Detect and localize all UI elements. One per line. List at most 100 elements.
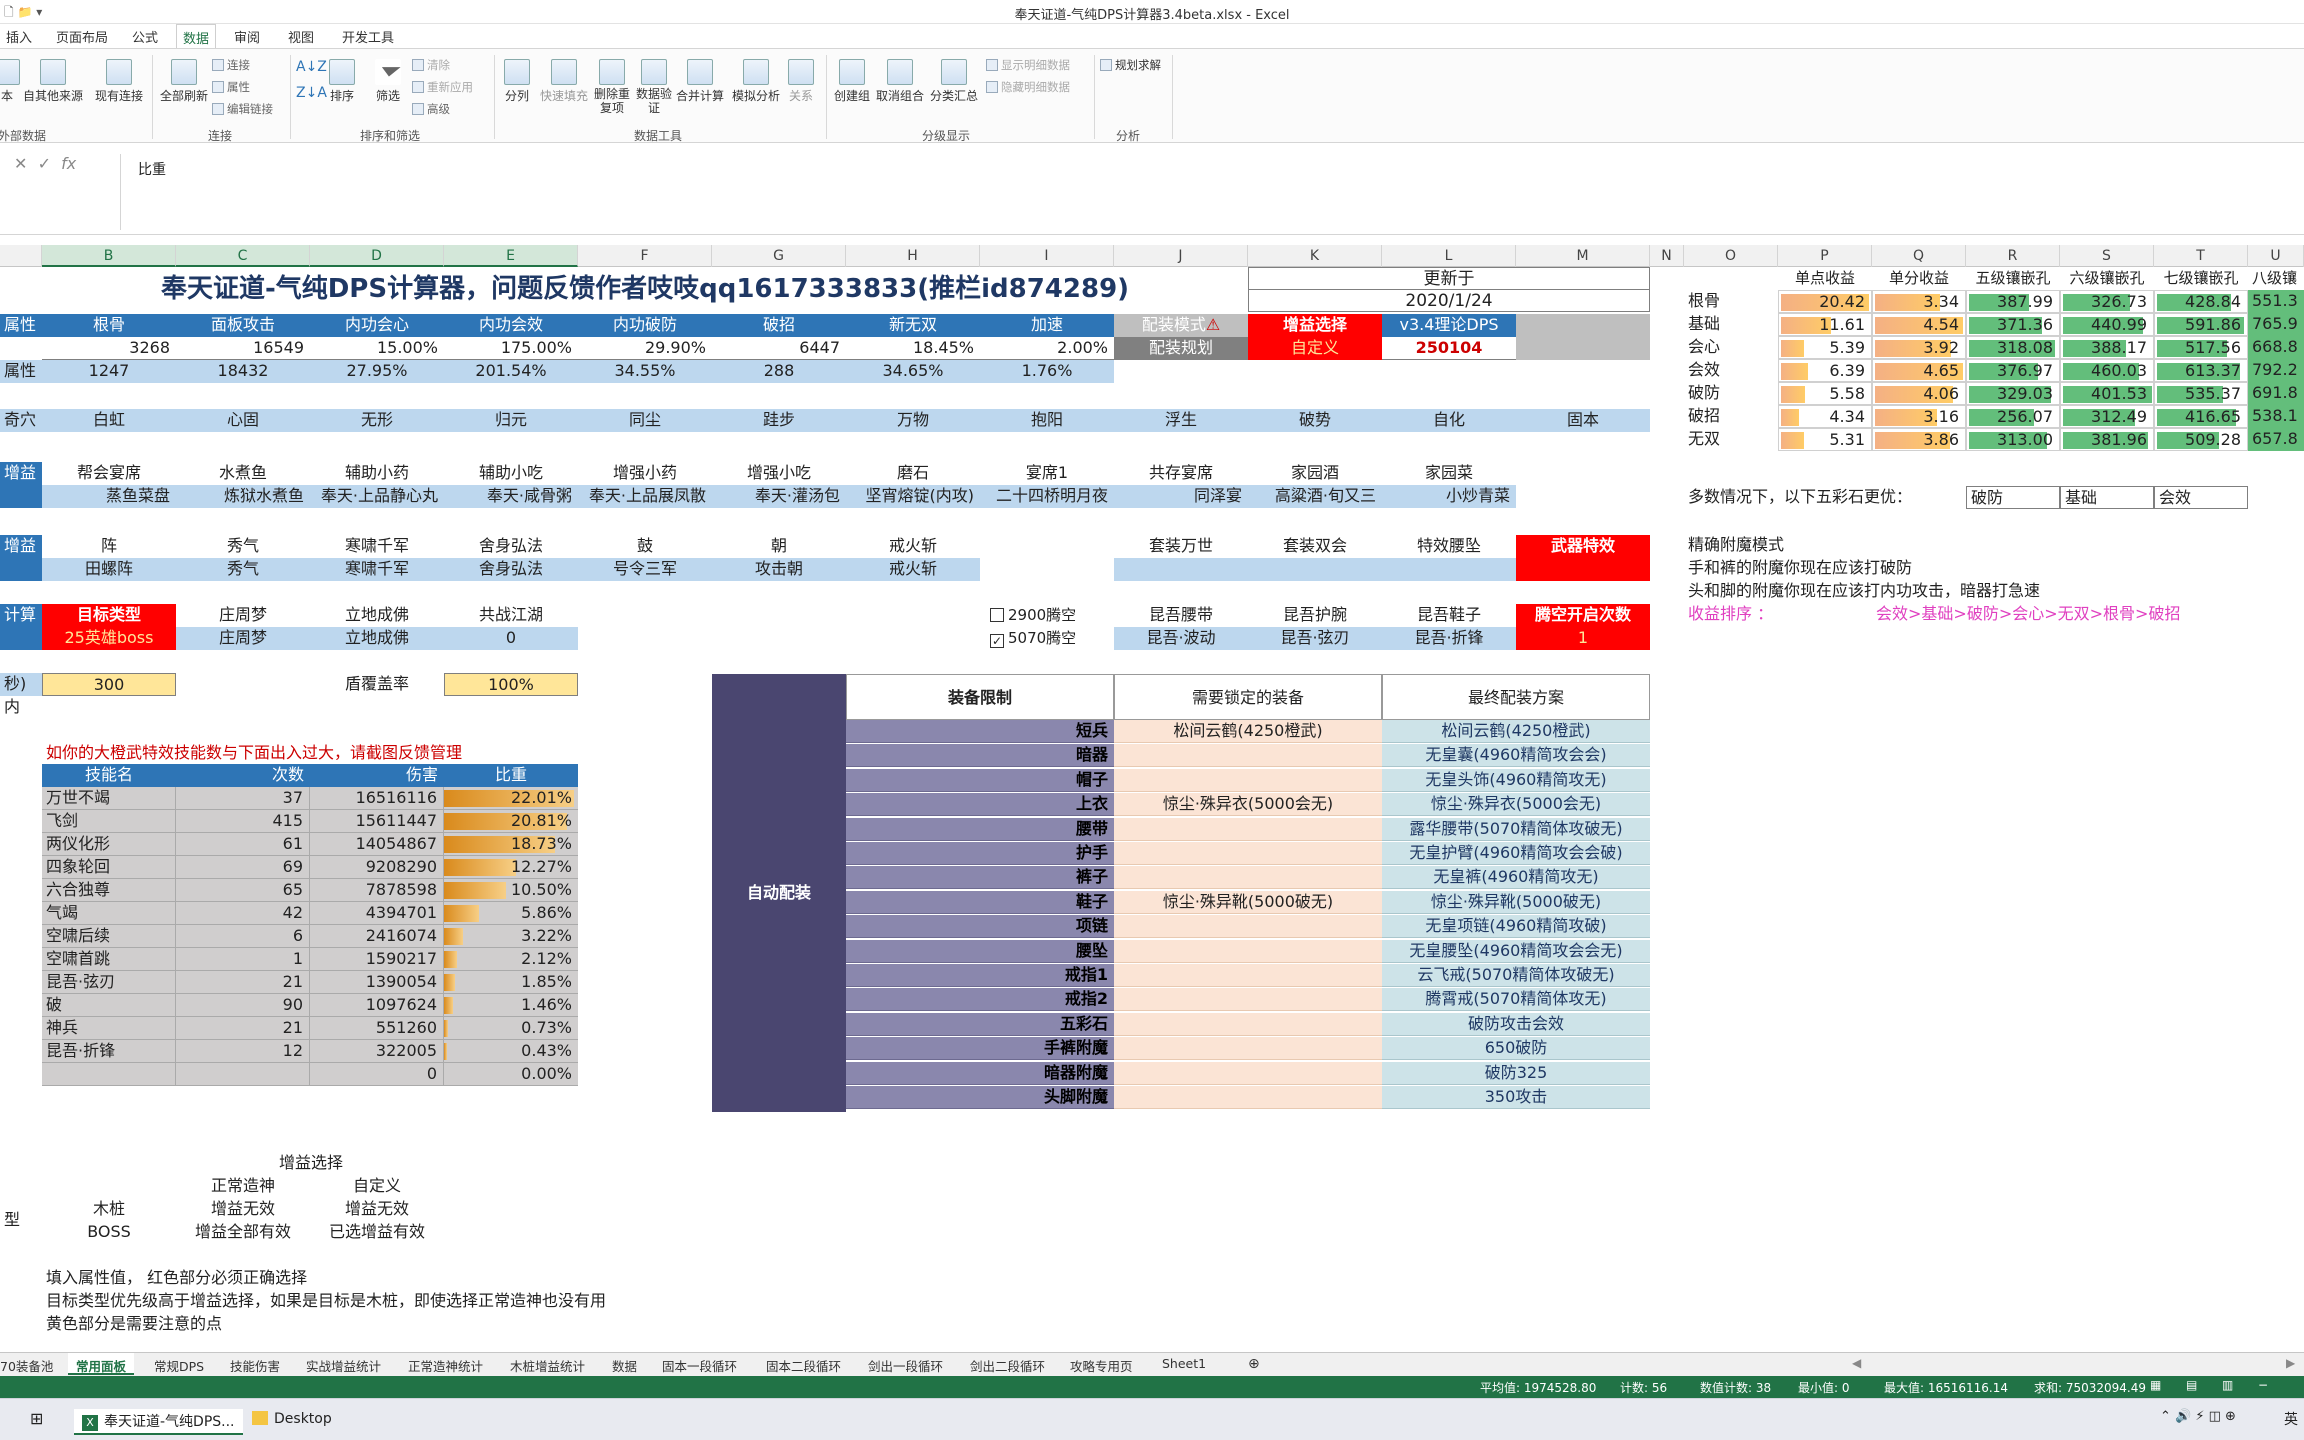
advanced-button[interactable]: 高级	[412, 101, 450, 117]
relationships-button[interactable]: 关系	[784, 59, 818, 104]
page-layout-icon[interactable]: ▤	[2186, 1378, 2197, 1392]
set-value[interactable]	[1114, 558, 1248, 581]
time-value[interactable]: 300	[42, 673, 176, 696]
qixue-item[interactable]: 归元	[444, 409, 578, 432]
buff1-value[interactable]: 同泽宴	[1114, 485, 1248, 508]
column-header-q[interactable]: Q	[1872, 245, 1966, 267]
worksheet-grid[interactable]: 奉天证道-气纯DPS计算器，问题反馈作者吱吱qq1617333833(推栏id8…	[0, 267, 2304, 1372]
subtotal-button[interactable]: 分类汇总	[928, 59, 980, 104]
cancel-icon[interactable]: ✕	[14, 154, 27, 173]
scroll-left-icon[interactable]: ◀	[1852, 1356, 1861, 1370]
attr-value[interactable]: 15.00%	[310, 337, 444, 360]
buff2-value[interactable]: 号令三军	[578, 558, 712, 581]
zoom-slider-icon[interactable]: −	[2258, 1378, 2268, 1392]
column-header-a[interactable]	[0, 245, 42, 267]
group-button[interactable]: 创建组	[832, 59, 872, 104]
qixue-item[interactable]: 心固	[176, 409, 310, 432]
column-header-p[interactable]: P	[1778, 245, 1872, 267]
taskbar-desktop[interactable]: Desktop	[244, 1409, 340, 1429]
sheet-tab[interactable]: 固本二段循环	[766, 1356, 841, 1375]
buff1-value[interactable]: 奉天·灌汤包	[712, 485, 846, 508]
column-header-h[interactable]: H	[846, 245, 980, 267]
attr-value[interactable]: 6447	[712, 337, 846, 360]
sheet-tab[interactable]: 剑出二段循环	[970, 1356, 1045, 1375]
checkbox-2900[interactable]: 2900腾空	[990, 604, 1110, 627]
reapply-button[interactable]: 重新应用	[412, 79, 473, 95]
sort-button[interactable]: 排序	[322, 59, 362, 104]
column-header-r[interactable]: R	[1966, 245, 2060, 267]
sheet-tab[interactable]: 木桩增益统计	[510, 1356, 585, 1375]
normal-view-icon[interactable]: ▦	[2150, 1378, 2161, 1392]
column-header-e[interactable]: E	[444, 245, 578, 267]
existing-connections-button[interactable]: 现有连接	[92, 59, 146, 104]
page-break-icon[interactable]: ▥	[2222, 1378, 2233, 1392]
filter-button[interactable]: ⏷ 筛选	[370, 59, 406, 104]
target-type-value[interactable]: 25英雄boss	[42, 627, 176, 650]
buff1-value[interactable]: 小炒青菜	[1382, 485, 1516, 508]
sheet-tab-active[interactable]: 常用面板	[68, 1353, 135, 1375]
buff1-value[interactable]: 蒸鱼菜盘	[42, 485, 176, 508]
checkbox-checked-icon[interactable]: ✓	[990, 634, 1004, 648]
set-value[interactable]	[1382, 558, 1516, 581]
locked-equip[interactable]	[1114, 1037, 1382, 1061]
sheet-tab[interactable]: 攻略专用页	[1070, 1356, 1133, 1375]
column-header-s[interactable]: S	[2060, 245, 2154, 267]
locked-equip[interactable]	[1114, 1012, 1382, 1036]
attr-value[interactable]: 29.90%	[578, 337, 712, 360]
show-detail-button[interactable]: 显示明细数据	[986, 57, 1070, 73]
sheet-tab[interactable]: 正常造神统计	[408, 1356, 483, 1375]
column-header-o[interactable]: O	[1684, 245, 1778, 267]
tengkong-value[interactable]: 1	[1516, 627, 1650, 650]
buff1-value[interactable]: 奉天·上品静心丸	[310, 485, 444, 508]
column-header-k[interactable]: K	[1248, 245, 1382, 267]
qixue-item[interactable]: 浮生	[1114, 409, 1248, 432]
column-header-u[interactable]: U	[2248, 245, 2304, 267]
buff2-value[interactable]: 田螺阵	[42, 558, 176, 581]
calc-value[interactable]: 0	[444, 627, 578, 650]
locked-equip[interactable]	[1114, 744, 1382, 768]
qixue-item[interactable]: 固本	[1516, 409, 1650, 432]
locked-equip[interactable]: 惊尘·殊异衣(5000会无)	[1114, 793, 1382, 817]
tab-page-layout[interactable]: 页面布局	[50, 27, 114, 46]
set2-value[interactable]: 昆吾·弦刃	[1248, 627, 1382, 650]
column-header-f[interactable]: F	[578, 245, 712, 267]
tab-data[interactable]: 数据	[176, 24, 217, 48]
buff2-value[interactable]: 秀气	[176, 558, 310, 581]
column-header-j[interactable]: J	[1114, 245, 1248, 267]
solver-button[interactable]: 规划求解	[1100, 57, 1161, 73]
locked-equip[interactable]	[1114, 915, 1382, 939]
qixue-item[interactable]: 无形	[310, 409, 444, 432]
column-header-l[interactable]: L	[1382, 245, 1516, 267]
attr-value[interactable]: 175.00%	[444, 337, 578, 360]
locked-equip[interactable]	[1114, 768, 1382, 792]
qixue-item[interactable]: 抱阳	[980, 409, 1114, 432]
attr-value[interactable]: 3268	[42, 337, 176, 360]
hide-detail-button[interactable]: 隐藏明细数据	[986, 79, 1070, 95]
buff2-value[interactable]: 舍身弘法	[444, 558, 578, 581]
scroll-right-icon[interactable]: ▶	[2286, 1356, 2295, 1370]
qixue-item[interactable]: 破势	[1248, 409, 1382, 432]
calc-value[interactable]: 立地成佛	[310, 627, 444, 650]
locked-equip[interactable]	[1114, 817, 1382, 841]
set2-value[interactable]: 昆吾·波动	[1114, 627, 1248, 650]
tab-insert[interactable]: 插入	[0, 27, 38, 46]
clear-button[interactable]: 清除	[412, 57, 450, 73]
shield-value[interactable]: 100%	[444, 673, 578, 696]
buff1-value[interactable]: 炼狱水煮鱼	[176, 485, 310, 508]
locked-equip[interactable]	[1114, 1061, 1382, 1085]
tab-formulas[interactable]: 公式	[126, 27, 164, 46]
add-sheet-icon[interactable]: ⊕	[1248, 1356, 1260, 1372]
buff2-value[interactable]: 戒火斩	[846, 558, 980, 581]
buff1-value[interactable]: 坚宵熔锭(内攻)	[846, 485, 980, 508]
set-value[interactable]	[1248, 558, 1382, 581]
ime-indicator[interactable]: 英	[2284, 1409, 2298, 1429]
column-header-n[interactable]: N	[1650, 245, 1684, 267]
locked-equip[interactable]: 松间云鹤(4250橙武)	[1114, 720, 1382, 743]
from-text-button[interactable]: 本	[0, 59, 20, 104]
locked-equip[interactable]	[1114, 988, 1382, 1012]
sheet-tab[interactable]: 固本一段循环	[662, 1356, 737, 1375]
tab-developer[interactable]: 开发工具	[336, 27, 400, 46]
edit-links-button[interactable]: 编辑链接	[212, 101, 273, 117]
consolidate-button[interactable]: 合并计算	[674, 59, 726, 104]
locked-equip[interactable]	[1114, 1086, 1382, 1109]
